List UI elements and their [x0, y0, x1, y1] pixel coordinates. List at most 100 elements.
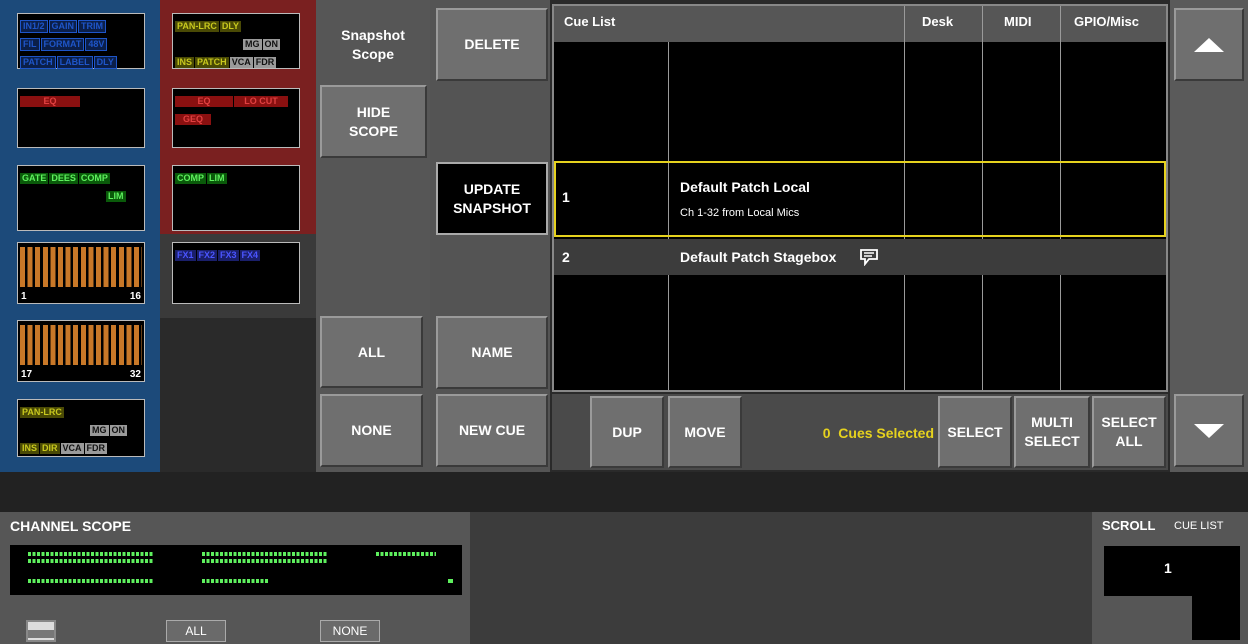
range-start: 1 — [21, 291, 27, 302]
scroll-cue-display — [1104, 546, 1240, 596]
channel-scope-grid[interactable] — [10, 545, 462, 595]
select-button[interactable]: SELECT — [938, 396, 1012, 468]
snapshot-scope-title: Snapshot Scope — [341, 27, 405, 62]
scope-leds — [28, 579, 154, 583]
tile-eq[interactable]: EQ — [17, 88, 145, 148]
channel-scope-none-button[interactable]: NONE — [320, 620, 380, 642]
header-midi: MIDI — [1004, 14, 1032, 29]
scroll-title: SCROLL — [1102, 518, 1156, 533]
tag-fx2: FX2 — [196, 250, 218, 261]
scope-leds — [448, 579, 453, 583]
tag-ins: INS — [20, 443, 40, 454]
scroll-subtitle: CUE LIST — [1174, 520, 1224, 532]
tag-dly: DLY — [219, 21, 242, 32]
tag-fdr: FDR — [253, 57, 277, 68]
scroll-down-button[interactable] — [1174, 394, 1244, 467]
hide-scope-button[interactable]: HIDE SCOPE — [320, 85, 427, 158]
tag-ins: INS — [175, 57, 195, 68]
tag-trim: TRIM — [78, 20, 107, 33]
scroll-cue-stem — [1192, 596, 1240, 640]
range-end: 32 — [129, 369, 141, 380]
tag-fx4: FX4 — [239, 250, 261, 261]
tag-dees: DEES — [49, 173, 78, 184]
cue-name: Default Patch Local — [680, 179, 810, 195]
tag-pan-lrc: PAN-LRC — [175, 21, 219, 32]
tag-eq: EQ — [20, 96, 80, 107]
tag-patch: PATCH — [20, 56, 56, 69]
cue-list[interactable]: Cue List Desk MIDI GPIO/Misc 1 Default P… — [552, 4, 1168, 392]
tag-geq: GEQ — [175, 114, 211, 125]
tag-48v: 48V — [85, 38, 108, 51]
scope-leds — [28, 559, 154, 563]
scope-leds — [376, 552, 436, 556]
toggle-bar — [28, 630, 54, 638]
header-gpio: GPIO/Misc — [1074, 14, 1140, 29]
cue-row-1[interactable]: 1 Default Patch Local Ch 1-32 from Local… — [554, 161, 1166, 237]
tag-lo-cut: LO CUT — [234, 96, 288, 107]
channel-scope-title: CHANNEL SCOPE — [10, 518, 132, 534]
range-start: 17 — [21, 369, 33, 380]
name-button[interactable]: NAME — [436, 316, 548, 389]
scope-leds — [202, 579, 268, 583]
tile-dynamics[interactable]: GATE DEES COMP LIM — [17, 165, 145, 231]
tag-gain: GAIN — [48, 20, 78, 33]
tag-on: ON — [109, 425, 127, 436]
tag-vca: VCA — [60, 443, 84, 454]
update-snapshot-button[interactable]: UPDATE SNAPSHOT — [436, 162, 548, 235]
multi-select-button[interactable]: MULTI SELECT — [1014, 396, 1090, 468]
tag-fx1: FX1 — [175, 250, 196, 261]
tag-on: ON — [262, 39, 280, 50]
tag-mg: MG — [243, 39, 262, 50]
tag-fdr: FDR — [84, 443, 108, 454]
tag-fil: FIL — [20, 38, 40, 51]
scope-all-button[interactable]: ALL — [320, 316, 423, 388]
tile-output[interactable]: PAN-LRC MG ON INS DIR VCA FDR — [17, 399, 145, 457]
scope-toggle[interactable] — [26, 620, 56, 642]
cue-number: 1 — [562, 189, 570, 205]
scope-leds — [202, 559, 328, 563]
channel-scope-all-button[interactable]: ALL — [166, 620, 226, 642]
channel-bars-17-32 — [20, 325, 142, 365]
tag-patch: PATCH — [195, 57, 229, 68]
tag-format: FORMAT — [40, 38, 85, 51]
cue-row-2[interactable]: 2 Default Patch Stagebox — [554, 239, 1166, 275]
cue-description: Ch 1-32 from Local Mics — [680, 207, 800, 219]
tile-channels-1-16[interactable]: 1 16 — [17, 242, 145, 304]
tile-input[interactable]: IN1/2 GAIN TRIM FIL FORMAT 48V PATCH LABEL DLY — [17, 13, 145, 69]
dup-button[interactable]: DUP — [590, 396, 664, 468]
cue-name: Default Patch Stagebox — [680, 249, 837, 265]
arrow-up-icon — [1194, 37, 1224, 52]
tag-lim: LIM — [106, 191, 126, 202]
tag-comp: COMP — [175, 173, 206, 184]
new-cue-button[interactable]: NEW CUE — [436, 394, 548, 467]
arrow-down-icon — [1194, 423, 1224, 438]
tag-comp: COMP — [78, 173, 110, 184]
scroll-cue-value: 1 — [1164, 560, 1172, 576]
bottom-strip — [0, 472, 1248, 512]
tag-eq: EQ — [175, 96, 233, 107]
tag-lim: LIM — [207, 173, 227, 184]
move-button[interactable]: MOVE — [668, 396, 742, 468]
tile-bus-eq[interactable]: EQ LO CUT GEQ — [172, 88, 300, 148]
cue-number: 2 — [562, 249, 570, 265]
empty-panel — [470, 512, 1092, 644]
scope-leds — [202, 552, 328, 556]
tag-label: LABEL — [56, 56, 93, 69]
tile-bus-fx[interactable]: FX1 FX2 FX3 FX4 — [172, 242, 300, 304]
tag-pan-lrc: PAN-LRC — [20, 407, 64, 418]
scroll-up-button[interactable] — [1174, 8, 1244, 81]
tile-bus-dynamics[interactable]: COMP LIM — [172, 165, 300, 231]
tag-mg: MG — [90, 425, 109, 436]
channel-bars-1-16 — [20, 247, 142, 287]
tag-dly: DLY — [93, 56, 117, 69]
cue-list-title: Cue List — [564, 14, 616, 29]
tag-in12: IN1/2 — [20, 20, 48, 33]
tag-vca: VCA — [229, 57, 253, 68]
select-all-button[interactable]: SELECT ALL — [1092, 396, 1166, 468]
header-desk: Desk — [922, 14, 954, 29]
range-end: 16 — [129, 291, 141, 302]
scope-none-button[interactable]: NONE — [320, 394, 423, 467]
delete-button[interactable]: DELETE — [436, 8, 548, 81]
tile-bus-output[interactable]: PAN-LRC DLY MG ON INS PATCH VCA FDR — [172, 13, 300, 69]
tile-channels-17-32[interactable]: 17 32 — [17, 320, 145, 382]
